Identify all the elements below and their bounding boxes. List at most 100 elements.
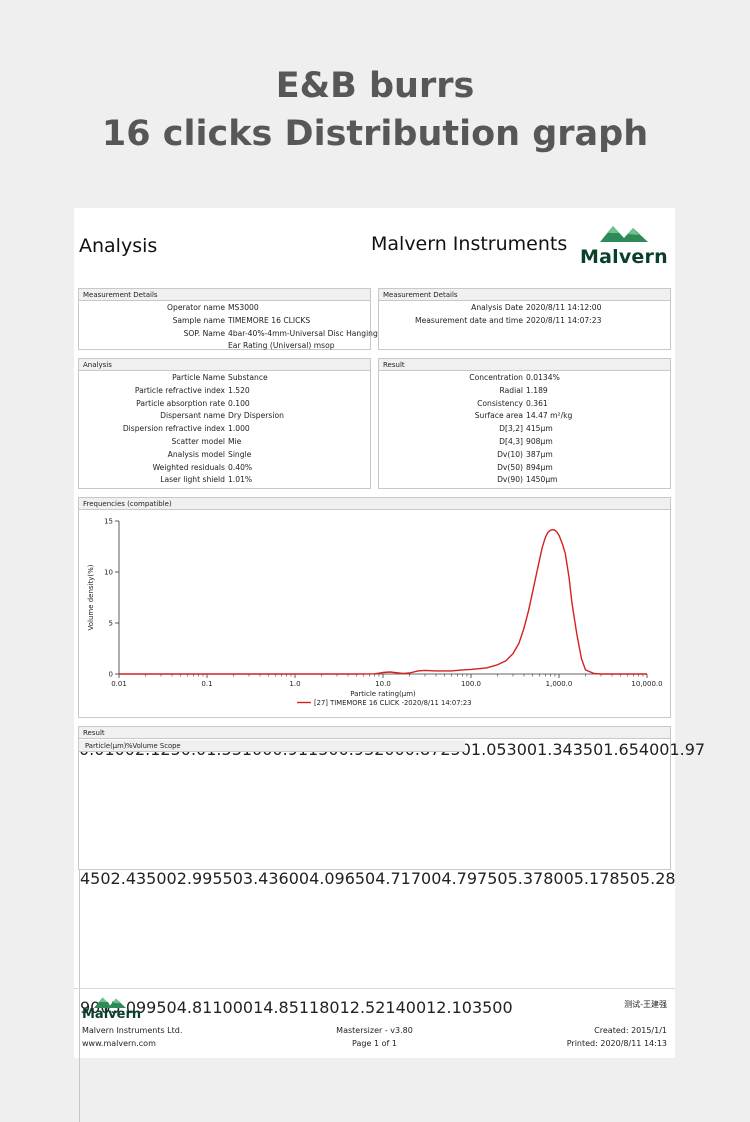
volume-percent-cell: 12.52 [339,998,386,1017]
detail-value: 4bar-40%-4mm-Universal Disc Hanging [228,328,378,338]
detail-row: Dv(10) 387μm [379,450,672,463]
detail-value: 387μm [526,449,553,459]
particle-size-cell: 450 [80,869,111,888]
particle-size-cell: 3500 [471,998,513,1017]
particle-size-cell: 800 [543,869,574,888]
detail-key: D[3,2] [499,424,523,434]
detail-value: 894μm [526,462,553,472]
particle-size-cell: 400 [638,740,670,759]
volume-percent-cell: 12.10 [426,998,472,1017]
detail-key: Dispersion refractive index [122,424,225,434]
detail-row: Sample name TIMEMORE 16 CLICKS [79,316,372,329]
detail-value: 1.520 [228,385,250,395]
detail-row: Scatter model Mie [79,437,372,450]
detail-value: 908μm [526,436,553,446]
detail-value: MS3000 [228,303,259,312]
mountain-logo-icon [600,226,648,242]
analysis-panel: Analysis Particle Name Substance Particle … [78,358,371,489]
x-axis-label: Particle rating(μm) [350,690,416,698]
detail-key: Operator name [167,303,225,312]
detail-row: Particle Name Substance [79,373,372,386]
detail-row: Consistency 0.361 [379,399,672,412]
headline-line-1: E&B burrs [275,66,475,106]
detail-row: Laser light shield 1.01% [79,475,372,488]
detail-value: 1450μm [526,475,558,485]
panel-header: Result [79,727,670,739]
detail-key: Laser light shield [160,475,225,485]
volume-percent-cell: 3.43 [242,869,279,888]
frequencies-panel: Frequencies (compatible) 0 5 10 15 0.01 0.1 1.… [78,497,671,718]
detail-key: Measurement date and time [415,315,523,325]
result-column-group: Particle(μm)%Volume Scope0.01002.1250.01… [79,740,705,869]
detail-value: 2020/8/11 14:07:23 [526,315,602,325]
measurement-date-panel: Measurement Details Analysis Date 2020/8/… [378,288,671,350]
detail-value: 0.0134% [526,373,560,382]
detail-key: Dv(90) [497,475,523,485]
detail-row: Surface area 14.47 m²/kg [379,411,672,424]
detail-value: 0.40% [228,462,253,472]
detail-value: 415μm [526,424,553,434]
detail-value: 14.47 m²/kg [526,411,573,421]
x-tick-label: 0.1 [201,680,212,688]
detail-key: Particle absorption rate [136,398,225,408]
detail-key: Dv(50) [497,462,523,472]
detail-row: Ear Rating (Universal) msop [79,341,372,354]
particle-size-cell: 500 [146,869,177,888]
detail-key: Radial [499,385,523,395]
detail-key: SOP. Name [183,328,225,338]
volume-percent-cell: 5.28 [639,869,676,888]
result-summary-panel: Result Concentration 0.0134% Radial 1.189 Co… [378,358,671,489]
particle-size-cell: 700 [410,869,442,888]
x-tick-label: 1.0 [289,680,300,688]
malvern-logo: Malvern [580,224,668,268]
result-table: Particle(μm)%Volume Scope0.01002.1250.01… [79,740,705,1122]
volume-percent-cell: 2.43 [110,869,147,888]
volume-percent-cell: 4.71 [375,869,411,888]
y-tick-label: 10 [104,569,113,577]
y-tick-label: 15 [104,518,113,526]
particle-size-cell: 950 [146,998,177,1017]
detail-row: Particle refractive index 1.520 [79,386,372,399]
panel-header: Result [379,359,670,371]
detail-key: Weighted residuals [152,462,225,472]
x-tick-label: 100.0 [461,680,481,688]
panel-header: Frequencies (compatible) [79,498,670,510]
particle-size-cell: 650 [344,869,376,888]
detail-key: Analysis Date [471,303,523,312]
detail-row: Measurement date and time 2020/8/11 14:07… [379,316,672,329]
legend-label: [27] TIMEMORE 16 CLICK -2020/8/11 14:07:… [314,699,472,707]
detail-row: Operator name MS3000 [79,303,372,316]
footer-software: Mastersizer - v3.80 [336,1026,413,1035]
detail-row: D[4,3] 908μm [379,437,672,450]
detail-key: Consistency [477,398,523,408]
detail-value: 2020/8/11 14:12:00 [526,303,602,312]
series-line [119,529,647,675]
detail-key: Dv(10) [497,449,523,459]
detail-key: Concentration [469,373,523,382]
particle-size-cell: 1400 [385,998,427,1017]
panel-header: Analysis [79,359,370,371]
footer-tester: 测试-王建强 [624,1000,667,1009]
distribution-chart: 0 5 10 15 0.01 0.1 1.0 10.0 100.0 1,000.0 10,000.0… [87,518,663,708]
report-sheet: Analysis Malvern Instruments Malvern Mea… [74,208,705,1122]
analysis-rows: Particle Name Substance Particle refractiv… [79,373,372,488]
detail-value: Mie [228,436,242,446]
detail-key: Analysis model [167,449,225,459]
volume-header: %Volume Scope [126,742,181,750]
particle-size-cell: 550 [212,869,243,888]
volume-percent-cell: 4.09 [309,869,345,888]
y-tick-label: 5 [109,620,113,628]
volume-percent-cell: 1.34 [537,740,573,759]
detail-value: Single [228,449,252,459]
y-axis-label: Volume density(%) [87,564,95,630]
volume-percent-cell: 2.99 [176,869,213,888]
footer-logo: Malvern [82,996,142,1022]
footer-printed: Printed: 2020/8/11 14:13 [566,1039,667,1048]
measurement-details-panel: Measurement Details Operator name MS3000 S… [78,288,378,350]
logo-text: Malvern [580,246,668,268]
measurement-right-rows: Analysis Date 2020/8/11 14:12:00 Measureme… [379,303,672,329]
detail-value: Dry Dispersion [228,411,284,421]
panel-header: Measurement Details [379,289,670,301]
detail-row: D[3,2] 415μm [379,424,672,437]
volume-percent-cell: 1.65 [603,740,639,759]
